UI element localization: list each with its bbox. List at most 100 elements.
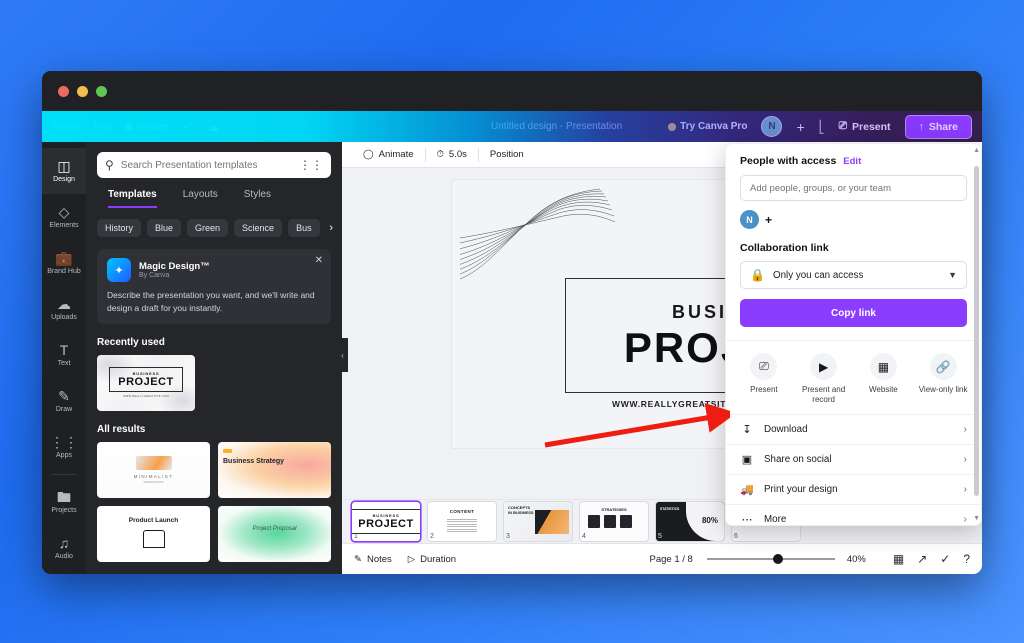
- panel-scrollbar[interactable]: [974, 166, 979, 496]
- page-title-2: CONTENT: [449, 508, 475, 514]
- thumb-title: PROJECT: [118, 375, 174, 388]
- sidebar-item-uploads[interactable]: ☁ Uploads: [42, 286, 86, 332]
- quick-action-view-only[interactable]: 🔗 View-only link: [913, 353, 973, 406]
- menu-item-share-social[interactable]: ▣ Share on social ›: [726, 443, 981, 474]
- page-thumb-5[interactable]: STATISTICS 80% 5: [656, 502, 724, 541]
- close-icon[interactable]: ✕: [315, 255, 323, 266]
- try-canva-pro-button[interactable]: Try Canva Pro: [668, 121, 747, 132]
- menu-item-more[interactable]: ⋯ More ›: [726, 503, 981, 525]
- animate-button[interactable]: ◯ Animate: [352, 149, 425, 160]
- page-title-5: STATISTICS: [660, 507, 680, 511]
- magic-design-card[interactable]: ✕ ✦ Magic Design™ By Canva Describe the …: [97, 249, 331, 324]
- quick-action-present[interactable]: ⎚ Present: [734, 353, 794, 406]
- result-thumb-watercolor[interactable]: Project Proposal: [218, 505, 331, 562]
- menu-item-print[interactable]: 🚚 Print your design ›: [726, 473, 981, 504]
- result-thumb-minimalist[interactable]: MINIMALIST PRESENTATION: [97, 441, 210, 498]
- duration-button-bottom[interactable]: ▷ Duration: [408, 554, 456, 565]
- grid-view-icon[interactable]: ▦: [893, 552, 904, 566]
- search-input[interactable]: [120, 159, 292, 171]
- tab-templates[interactable]: Templates: [108, 189, 157, 208]
- quick-action-website[interactable]: ▦ Website: [854, 353, 914, 406]
- duration-button[interactable]: ⏱ 5.0s: [426, 149, 478, 160]
- layout-icon: ◫: [57, 158, 71, 174]
- zoom-slider[interactable]: [706, 552, 835, 566]
- pen-icon: ✎: [58, 388, 70, 404]
- sidebar-item-text[interactable]: T Text: [42, 332, 86, 378]
- chip-history[interactable]: History: [97, 219, 142, 237]
- page-image-3: [535, 510, 569, 534]
- undo-icon[interactable]: ↶: [183, 121, 193, 133]
- sidebar-item-elements[interactable]: ◇ Elements: [42, 194, 86, 240]
- result-title-product: Product Launch: [128, 516, 179, 524]
- panel-tabs: Templates Layouts Styles: [108, 189, 331, 208]
- add-people-field[interactable]: [740, 175, 967, 201]
- share-panel: People with access Edit N + Collaboratio…: [725, 143, 982, 526]
- shapes-icon: ◇: [58, 204, 70, 220]
- zoom-value: 40%: [846, 553, 866, 565]
- sidebar-item-design[interactable]: ◫ Design: [42, 148, 86, 194]
- chip-science[interactable]: Science: [234, 219, 283, 237]
- sidebar-item-audio[interactable]: ♫ Audio: [42, 525, 86, 571]
- edit-access-link[interactable]: Edit: [843, 156, 861, 167]
- add-collaborator-button[interactable]: +: [796, 119, 804, 135]
- bar-chart-icon[interactable]: ⎣: [819, 121, 825, 133]
- pro-crown-icon: [668, 122, 677, 131]
- plus-icon[interactable]: +: [765, 213, 772, 227]
- sidebar-item-brand-hub[interactable]: 💼 Brand Hub: [42, 240, 86, 286]
- people-avatars: N +: [740, 210, 967, 229]
- page-thumb-4[interactable]: STRATEGIES 4: [580, 502, 648, 541]
- quick-action-label-present: Present: [750, 385, 778, 394]
- collapse-panel-handle[interactable]: ‹: [337, 338, 348, 372]
- menu-file[interactable]: File: [94, 121, 111, 133]
- tab-styles[interactable]: Styles: [244, 189, 271, 208]
- quick-action-present-record[interactable]: ▶ Present and record: [794, 353, 854, 406]
- result-thumb-strategy[interactable]: Business Strategy: [218, 441, 331, 498]
- result-thumb-product[interactable]: Product Launch: [97, 505, 210, 562]
- chevron-right-icon[interactable]: ›: [329, 222, 333, 234]
- copy-link-button[interactable]: Copy link: [740, 299, 967, 327]
- share-button[interactable]: ↑ Share: [904, 114, 972, 139]
- download-icon: ↧: [742, 423, 752, 436]
- chip-business[interactable]: Bus: [288, 219, 320, 237]
- expand-icon[interactable]: ↗: [917, 552, 927, 566]
- wave-line-art-icon: [460, 188, 616, 280]
- add-people-input[interactable]: [750, 182, 957, 194]
- scroll-down-arrow-icon[interactable]: ▼: [973, 515, 980, 522]
- owner-avatar[interactable]: N: [740, 210, 759, 229]
- help-circle-icon[interactable]: ?: [963, 552, 970, 566]
- menu-resize[interactable]: Resize: [124, 121, 169, 133]
- menu-home[interactable]: Home: [52, 121, 80, 133]
- templates-panel: ⚲ ⋮⋮ Templates Layouts Styles History Bl…: [86, 142, 342, 574]
- try-pro-label: Try Canva Pro: [680, 121, 748, 132]
- notes-button[interactable]: ✎ Notes: [354, 554, 392, 565]
- zoom-slider-knob[interactable]: [773, 554, 784, 564]
- page-thumb-3[interactable]: CONCEPTS IN BUSINESS 3: [504, 502, 572, 541]
- search-bar[interactable]: ⚲ ⋮⋮: [97, 152, 331, 178]
- scroll-up-arrow-icon[interactable]: ▲: [973, 147, 980, 154]
- tab-layouts[interactable]: Layouts: [183, 189, 218, 208]
- people-with-access-header: People with access Edit: [740, 155, 967, 167]
- avatar[interactable]: N: [761, 116, 783, 137]
- close-window-icon[interactable]: [58, 86, 69, 97]
- recent-template-thumb[interactable]: BUSINESS PROJECT WWW.REALLYGREATSITE.COM: [97, 354, 195, 411]
- access-level-select[interactable]: 🔒 Only you can access ▼: [740, 261, 967, 289]
- page-thumb-1[interactable]: BUSINESS PROJECT 1: [352, 502, 420, 541]
- page-thumb-2[interactable]: CONTENT 2: [428, 502, 496, 541]
- minimize-window-icon[interactable]: [77, 86, 88, 97]
- chip-blue[interactable]: Blue: [147, 219, 182, 237]
- sidebar-item-draw[interactable]: ✎ Draw: [42, 378, 86, 424]
- people-with-access-label: People with access: [740, 155, 837, 167]
- sliders-icon[interactable]: ⋮⋮: [299, 158, 323, 172]
- document-title[interactable]: Untitled design - Presentation: [491, 121, 622, 132]
- cloud-edit-icon[interactable]: ☁: [207, 121, 219, 133]
- sidebar-item-apps[interactable]: ⋮⋮ Apps: [42, 424, 86, 470]
- result-title-minimalist: MINIMALIST: [133, 473, 174, 479]
- menu-item-download[interactable]: ↧ Download ›: [726, 413, 981, 444]
- sidebar-item-projects[interactable]: 🖿 Projects: [42, 479, 86, 525]
- rail-divider: [51, 474, 77, 475]
- present-button[interactable]: ⎚ Present: [839, 120, 891, 133]
- check-circle-icon[interactable]: ✓: [940, 552, 950, 566]
- position-button[interactable]: Position: [479, 149, 535, 160]
- maximize-window-icon[interactable]: [96, 86, 107, 97]
- chip-green[interactable]: Green: [187, 219, 229, 237]
